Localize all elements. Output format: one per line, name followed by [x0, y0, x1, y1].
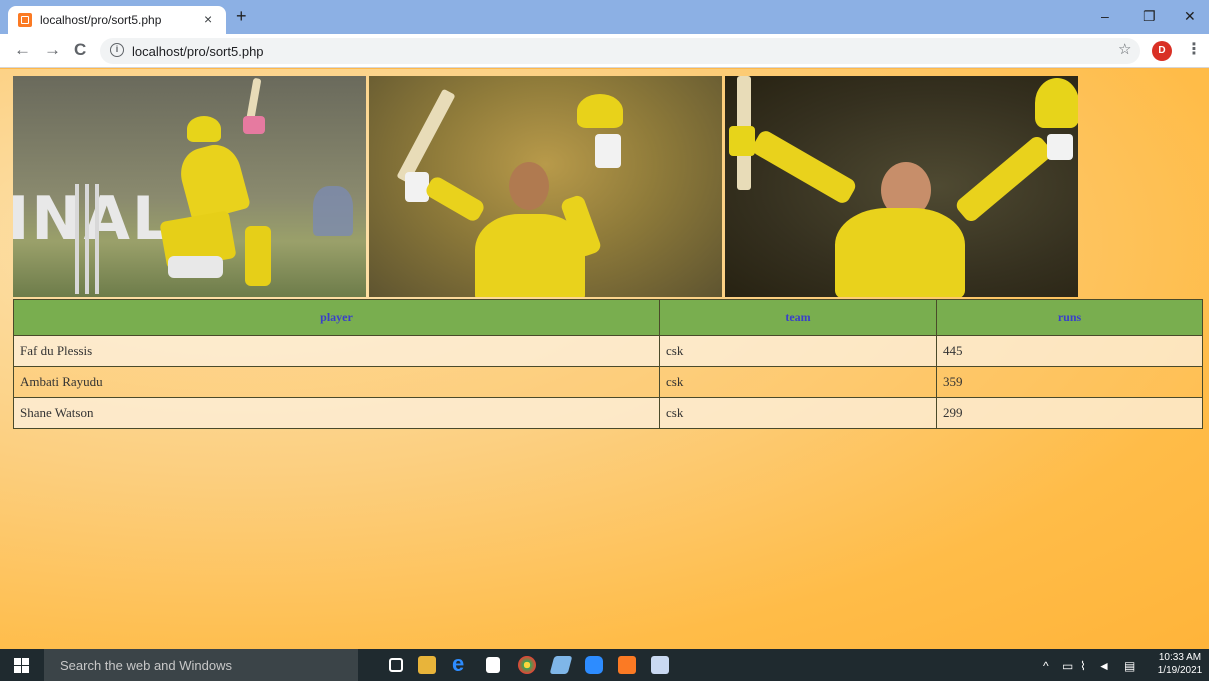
player-figure — [174, 139, 252, 223]
cell-runs: 299 — [936, 397, 1203, 429]
photo-banner-text: INAL — [13, 184, 173, 254]
table-row: Faf du Plessis csk 445 — [13, 335, 1203, 367]
forward-arrow-icon[interactable]: → — [44, 41, 61, 59]
helmet-icon — [1035, 78, 1078, 128]
cell-player: Ambati Rayudu — [13, 366, 660, 398]
taskbar-search-box[interactable]: Search the web and Windows — [44, 649, 358, 681]
player-photo-faf: INAL — [13, 76, 366, 297]
address-bar[interactable]: i localhost/pro/sort5.php — [100, 38, 1140, 64]
stump-icon — [75, 184, 79, 294]
player-head — [509, 162, 549, 210]
browser-tab[interactable]: localhost/pro/sort5.php × — [8, 6, 226, 34]
tab-title: localhost/pro/sort5.php — [40, 13, 162, 27]
player-photo-rayudu — [369, 76, 722, 297]
table-header-row: player team runs — [13, 299, 1203, 336]
edge-browser-icon[interactable]: e — [452, 651, 470, 676]
trophy-shape — [313, 186, 353, 236]
browser-toolbar: ← → C i localhost/pro/sort5.php ☆ D ⋮ — [0, 34, 1209, 68]
header-team[interactable]: team — [659, 299, 937, 336]
stump-icon — [85, 184, 89, 294]
reload-icon[interactable]: C — [74, 41, 86, 59]
store-icon[interactable] — [486, 657, 500, 673]
restore-button[interactable]: ❐ — [1143, 8, 1156, 24]
arm-shape — [423, 174, 487, 224]
glove-icon — [1047, 134, 1073, 160]
player-photo-watson — [725, 76, 1078, 297]
bat-icon — [396, 88, 456, 184]
new-tab-button[interactable]: + — [236, 7, 247, 25]
cell-player: Faf du Plessis — [13, 335, 660, 367]
cell-team: csk — [659, 366, 937, 398]
clock-date[interactable]: 1/19/2021 — [1153, 665, 1207, 676]
leg-shape — [245, 226, 271, 286]
chrome-icon[interactable] — [518, 656, 536, 674]
tray-chevron-icon[interactable]: ^ — [1043, 659, 1049, 673]
search-placeholder: Search the web and Windows — [60, 658, 232, 673]
xampp-icon[interactable] — [618, 656, 636, 674]
bookmark-star-icon[interactable]: ☆ — [1118, 42, 1131, 58]
wifi-icon[interactable]: ⌇ — [1080, 659, 1086, 673]
clock-time[interactable]: 10:33 AM — [1153, 652, 1207, 663]
glove-icon — [405, 172, 429, 202]
cell-team: csk — [659, 397, 937, 429]
notepad-icon[interactable] — [549, 656, 573, 674]
helmet-icon — [187, 116, 221, 142]
windows-taskbar: Search the web and Windows e ^ ▭ ⌇ ◄ ▤ 1… — [0, 649, 1209, 681]
cell-runs: 445 — [936, 335, 1203, 367]
cell-player: Shane Watson — [13, 397, 660, 429]
file-explorer-icon[interactable] — [418, 656, 436, 674]
page-content: INAL player team runs Faf du Plessis csk… — [0, 69, 1209, 649]
minimize-button[interactable]: – — [1101, 8, 1109, 24]
tab-close-icon[interactable]: × — [204, 11, 212, 27]
glove-icon — [729, 126, 755, 156]
word-icon[interactable] — [651, 656, 669, 674]
leg-pad-shape — [168, 256, 223, 278]
task-view-icon[interactable] — [389, 658, 403, 672]
url-text: localhost/pro/sort5.php — [132, 44, 264, 59]
glove-icon — [243, 116, 265, 134]
profile-avatar[interactable]: D — [1152, 41, 1172, 61]
back-arrow-icon[interactable]: ← — [14, 41, 31, 59]
menu-kebab-icon[interactable]: ⋮ — [1186, 41, 1202, 59]
close-window-button[interactable]: ✕ — [1184, 8, 1196, 24]
battery-icon[interactable]: ▭ — [1062, 659, 1073, 673]
browser-tab-strip: localhost/pro/sort5.php × + – ❐ ✕ — [0, 0, 1209, 34]
header-runs[interactable]: runs — [936, 299, 1203, 336]
arm-shape — [749, 128, 859, 206]
site-info-icon[interactable]: i — [110, 43, 124, 57]
glove-icon — [595, 134, 621, 168]
table-row: Ambati Rayudu csk 359 — [13, 366, 1203, 398]
notifications-icon[interactable]: ▤ — [1124, 659, 1135, 673]
zoom-icon[interactable] — [585, 656, 603, 674]
helmet-icon — [577, 94, 623, 128]
cell-team: csk — [659, 335, 937, 367]
stump-icon — [95, 184, 99, 294]
runs-table: player team runs Faf du Plessis csk 445 … — [13, 299, 1203, 429]
table-row: Shane Watson csk 299 — [13, 397, 1203, 429]
arm-shape — [953, 133, 1055, 225]
cell-runs: 359 — [936, 366, 1203, 398]
xampp-favicon-icon — [18, 13, 32, 27]
player-figure — [835, 208, 965, 297]
header-player[interactable]: player — [13, 299, 660, 336]
windows-start-icon[interactable] — [14, 658, 29, 673]
volume-icon[interactable]: ◄ — [1098, 659, 1110, 673]
